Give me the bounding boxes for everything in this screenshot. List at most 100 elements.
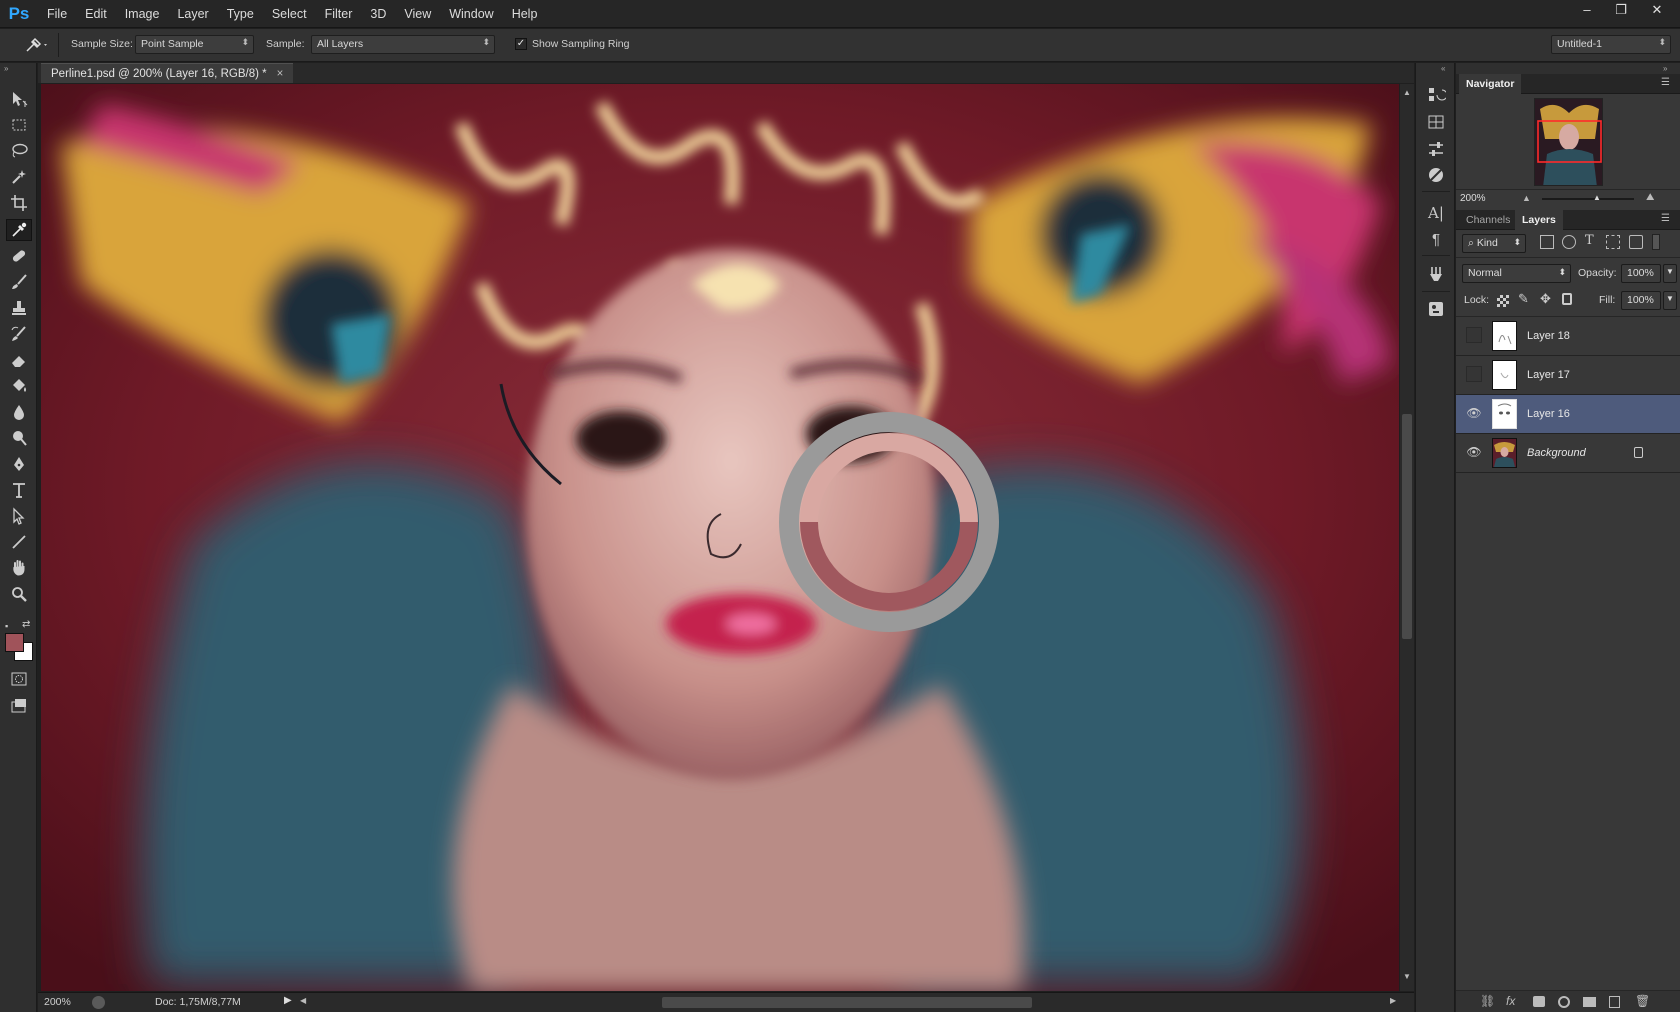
vertical-scroll-thumb[interactable] <box>1402 414 1412 639</box>
menu-edit[interactable]: Edit <box>76 0 116 28</box>
lock-position-icon[interactable]: ✥ <box>1540 291 1551 307</box>
lock-image-pixels-icon[interactable]: ✎ <box>1518 291 1529 307</box>
styles-panel-icon[interactable] <box>1425 165 1447 187</box>
history-panel-icon[interactable] <box>1425 85 1448 107</box>
history-brush-tool-icon[interactable] <box>6 324 32 346</box>
fill-input[interactable]: 100% <box>1621 291 1661 310</box>
adjustments-panel-icon[interactable] <box>1425 139 1447 161</box>
navigator-zoom-slider[interactable] <box>1542 198 1634 200</box>
brush-tool-icon[interactable] <box>6 272 32 294</box>
type-tool-icon[interactable] <box>6 480 32 502</box>
navigator-tab[interactable]: Navigator <box>1459 74 1522 94</box>
horizontal-scroll-thumb[interactable] <box>662 997 1032 1008</box>
menu-image[interactable]: Image <box>116 0 169 28</box>
layer-name[interactable]: Background <box>1527 447 1586 459</box>
scroll-up-icon[interactable]: ▲ <box>1403 88 1411 97</box>
bucket-tool-icon[interactable] <box>6 376 32 398</box>
sample-size-select[interactable]: Point Sample ⬍ <box>135 35 254 54</box>
menu-select[interactable]: Select <box>263 0 316 28</box>
character-panel-icon[interactable]: A| <box>1425 202 1447 224</box>
document-tab[interactable]: Perline1.psd @ 200% (Layer 16, RGB/8) * × <box>41 63 294 83</box>
eye-icon[interactable]: 👁 <box>1466 405 1482 421</box>
menu-help[interactable]: Help <box>503 0 547 28</box>
foreground-color-swatch[interactable] <box>5 633 24 652</box>
default-colors-icon[interactable]: ▪ <box>5 621 8 631</box>
healing-tool-icon[interactable] <box>6 246 32 268</box>
adjustment-filter-icon[interactable] <box>1562 235 1576 249</box>
add-mask-icon[interactable] <box>1533 996 1545 1007</box>
navigator-thumbnail[interactable] <box>1534 98 1603 186</box>
zoom-tool-icon[interactable] <box>6 584 32 606</box>
menu-file[interactable]: File <box>38 0 76 28</box>
brush-presets-panel-icon[interactable] <box>1425 264 1447 286</box>
zoom-readout[interactable]: 200% <box>44 996 71 1008</box>
swatches-panel-icon[interactable] <box>1425 112 1447 134</box>
new-layer-icon[interactable] <box>1609 996 1620 1008</box>
scroll-right-icon[interactable]: ▶ <box>1390 996 1396 1005</box>
new-adjustment-layer-icon[interactable] <box>1558 996 1570 1008</box>
zoom-out-icon[interactable]: ▲ <box>1522 193 1531 203</box>
opacity-input[interactable]: 100% <box>1621 264 1661 283</box>
type-filter-icon[interactable]: T <box>1585 233 1594 248</box>
minimize-button[interactable]: – <box>1570 0 1604 20</box>
layer-filter-select[interactable]: ⌕ Kind ⬍ <box>1462 234 1526 253</box>
menu-layer[interactable]: Layer <box>168 0 217 28</box>
layer-comps-panel-icon[interactable] <box>1425 299 1447 321</box>
workspace-select[interactable]: Untitled-1 ⬍ <box>1551 35 1671 54</box>
pen-tool-icon[interactable] <box>6 454 32 476</box>
menu-window[interactable]: Window <box>440 0 502 28</box>
marquee-tool-icon[interactable] <box>6 115 32 137</box>
pixel-filter-icon[interactable] <box>1540 235 1554 249</box>
layer-name[interactable]: Layer 17 <box>1527 369 1570 381</box>
move-tool-icon[interactable] <box>6 89 32 111</box>
collapse-arrows-icon[interactable]: « <box>1441 64 1445 73</box>
lock-transparent-pixels-icon[interactable] <box>1497 295 1509 307</box>
layers-tab[interactable]: Layers <box>1515 210 1563 230</box>
quick-select-tool-icon[interactable] <box>6 167 32 189</box>
show-sampling-ring-checkbox[interactable]: ✓ <box>515 38 527 50</box>
layer-visibility-toggle[interactable] <box>1466 366 1482 382</box>
layer-name[interactable]: Layer 18 <box>1527 330 1570 342</box>
layer-row-selected[interactable]: 👁 Layer 16 <box>1456 395 1680 434</box>
status-menu-arrow-icon[interactable]: ▶ <box>284 995 292 1006</box>
status-info-icon[interactable] <box>92 996 105 1009</box>
restore-button[interactable]: ❐ <box>1604 0 1638 20</box>
layer-style-icon[interactable]: fx <box>1506 994 1515 1008</box>
zoom-slider-handle[interactable]: ▲ <box>1593 193 1601 202</box>
fill-dropdown-icon[interactable]: ▼ <box>1663 291 1677 310</box>
scroll-left-icon[interactable]: ◀ <box>300 996 306 1005</box>
channels-tab[interactable]: Channels <box>1459 210 1517 230</box>
vertical-scrollbar[interactable]: ▲ ▼ <box>1400 84 1414 991</box>
eye-icon[interactable]: 👁 <box>1466 444 1482 460</box>
sample-select[interactable]: All Layers ⬍ <box>311 35 495 54</box>
dodge-tool-icon[interactable] <box>6 428 32 450</box>
line-tool-icon[interactable] <box>6 532 32 554</box>
layer-row[interactable]: Layer 18 <box>1456 317 1680 356</box>
layer-row[interactable]: 👁 Background <box>1456 434 1680 473</box>
shape-filter-icon[interactable] <box>1606 235 1620 249</box>
screen-mode-icon[interactable] <box>6 696 32 718</box>
layer-visibility-toggle[interactable] <box>1466 327 1482 343</box>
new-group-icon[interactable] <box>1583 997 1596 1007</box>
opacity-dropdown-icon[interactable]: ▼ <box>1663 264 1677 283</box>
expand-arrows-icon[interactable]: » <box>1663 64 1667 73</box>
menu-view[interactable]: View <box>395 0 440 28</box>
menu-3d[interactable]: 3D <box>361 0 395 28</box>
blend-mode-select[interactable]: Normal ⬍ <box>1462 264 1571 283</box>
stamp-tool-icon[interactable] <box>6 298 32 320</box>
eyedropper-tool-icon[interactable] <box>6 219 32 241</box>
menu-type[interactable]: Type <box>218 0 263 28</box>
swap-colors-icon[interactable]: ⇄ <box>22 619 30 630</box>
menu-filter[interactable]: Filter <box>316 0 362 28</box>
filter-toggle[interactable] <box>1652 234 1660 250</box>
link-layers-icon[interactable]: ⛓ <box>1480 994 1495 1008</box>
panel-menu-icon[interactable]: ☰ <box>1661 77 1670 88</box>
panel-menu-icon[interactable]: ☰ <box>1661 213 1670 224</box>
paragraph-panel-icon[interactable]: ¶ <box>1425 229 1447 251</box>
eyedropper-preset-icon[interactable] <box>22 35 52 55</box>
trash-icon[interactable]: 🗑 <box>1635 994 1650 1008</box>
quick-mask-icon[interactable] <box>6 669 32 691</box>
scroll-down-icon[interactable]: ▼ <box>1403 972 1411 981</box>
lock-all-icon[interactable] <box>1562 293 1572 305</box>
zoom-in-icon[interactable]: ⛰ <box>1646 192 1654 203</box>
